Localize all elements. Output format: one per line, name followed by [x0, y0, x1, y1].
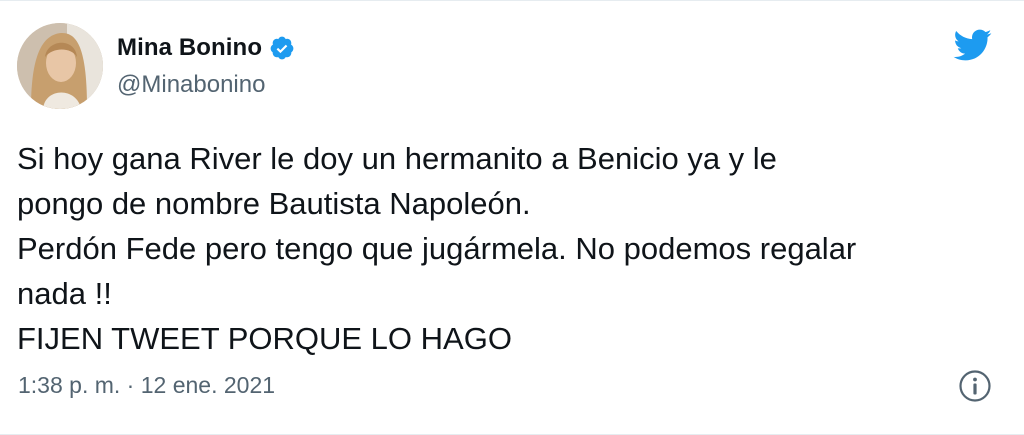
tweet-date[interactable]: 12 ene. 2021: [141, 372, 275, 398]
author-display-name[interactable]: Mina Bonino: [117, 34, 262, 62]
tweet-text: Si hoy gana River le doy un hermanito a …: [17, 141, 857, 356]
author-handle[interactable]: @Minabonino: [117, 71, 265, 99]
twitter-bird-icon[interactable]: [950, 25, 994, 65]
author-name-row[interactable]: Mina Bonino: [117, 33, 295, 63]
profile-photo-image: [17, 23, 103, 109]
verified-badge-icon: [269, 35, 295, 61]
info-icon[interactable]: [958, 369, 992, 403]
timestamp-separator: ·: [120, 372, 141, 398]
tweet-card: Mina Bonino @Minabonino Si hoy gana Rive…: [0, 0, 1024, 435]
tweet-time[interactable]: 1:38 p. m.: [18, 372, 120, 398]
tweet-timestamp[interactable]: 1:38 p. m. · 12 ene. 2021: [18, 372, 275, 399]
avatar[interactable]: [17, 23, 103, 109]
